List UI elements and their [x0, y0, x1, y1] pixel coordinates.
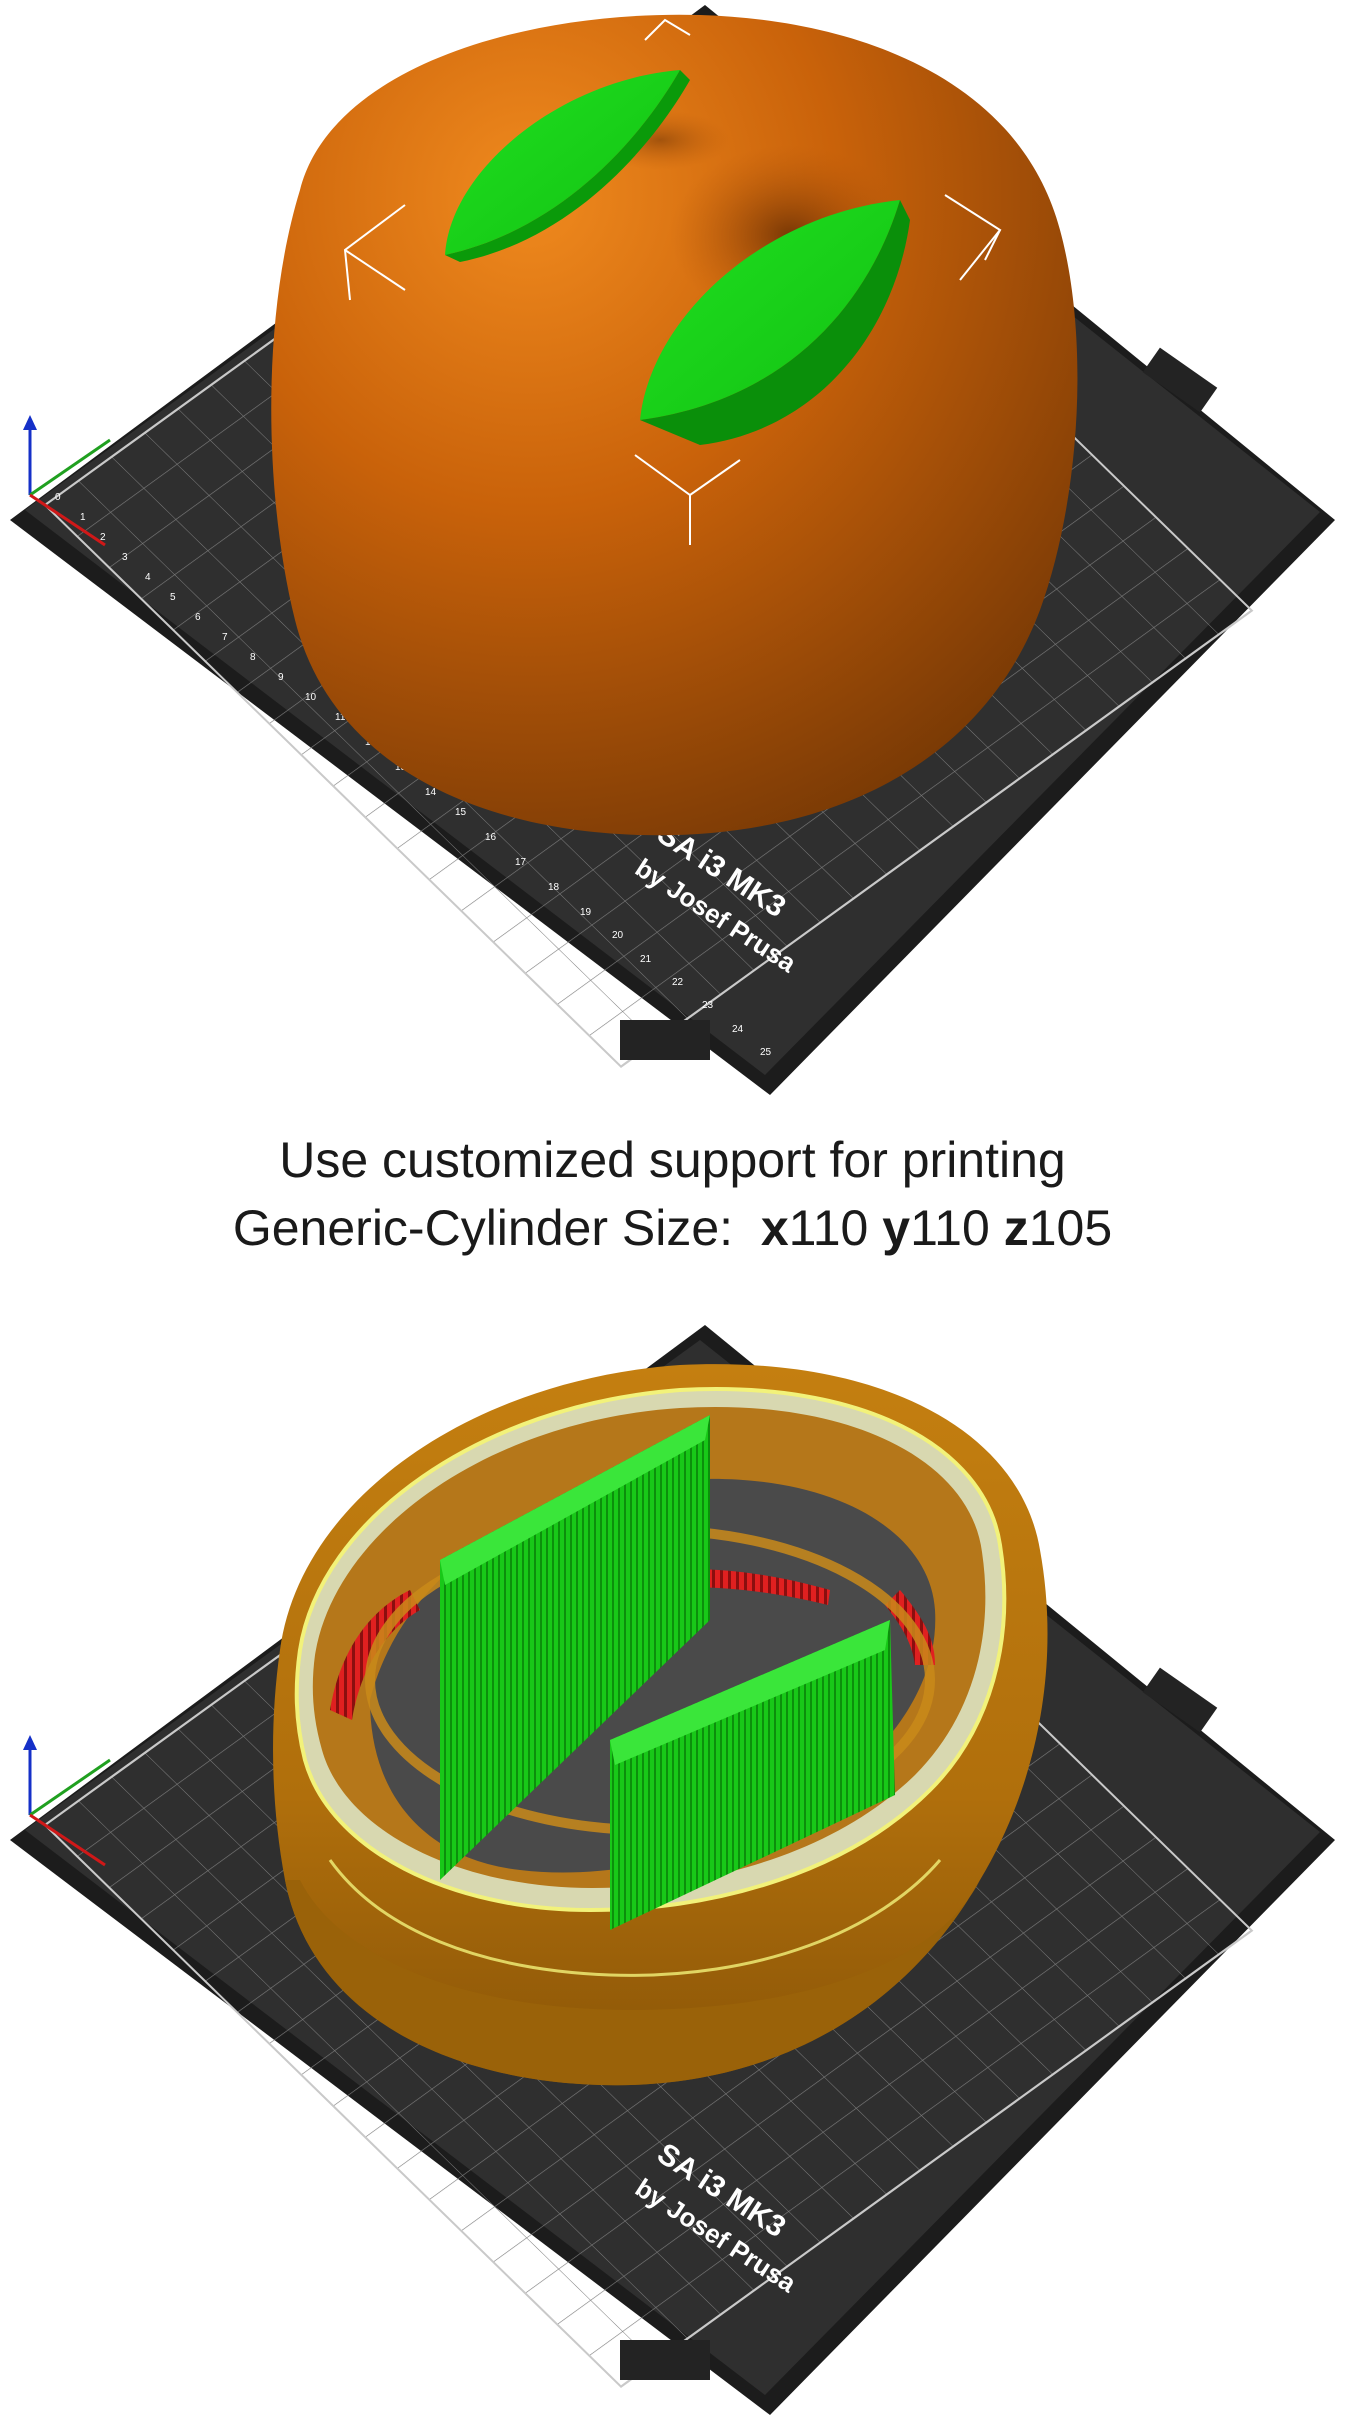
tick-label: 9 — [278, 672, 284, 683]
tick-label: 21 — [640, 954, 652, 965]
tick-label: 1 — [80, 512, 86, 523]
dim-y-value: 110 — [910, 1200, 990, 1256]
tick-label: 6 — [195, 612, 201, 623]
tick-label: 16 — [485, 832, 497, 843]
dim-x-axis: x — [760, 1200, 789, 1256]
tick-label: 15 — [455, 807, 467, 818]
dim-y-axis: y — [882, 1200, 911, 1256]
tick-label: 5 — [170, 592, 176, 603]
tick-label: 25 — [760, 1047, 772, 1058]
tick-label: 0 — [55, 492, 61, 503]
tick-label: 4 — [145, 572, 151, 583]
dim-x-value: 110 — [788, 1200, 869, 1256]
tick-label: 23 — [702, 1000, 714, 1011]
model-viewport-canvas[interactable]: 0 1 2 3 4 5 6 7 8 9 10 11 12 13 14 15 16… — [0, 0, 1345, 1100]
caption-size-prefix: Generic-Cylinder Size: — [232, 1200, 734, 1256]
tick-label: 14 — [425, 787, 437, 798]
tick-label: 20 — [612, 930, 624, 941]
tick-label: 17 — [515, 857, 527, 868]
caption-line-1: Use customized support for printing — [279, 1132, 1066, 1188]
tick-label: 7 — [222, 632, 228, 643]
tick-label: 19 — [580, 907, 592, 918]
tick-label: 3 — [122, 552, 128, 563]
model-viewport[interactable]: 0 1 2 3 4 5 6 7 8 9 10 11 12 13 14 15 16… — [0, 0, 1345, 1100]
tick-label: 10 — [305, 692, 317, 703]
tick-label: 8 — [250, 652, 256, 663]
tick-label: 24 — [732, 1024, 744, 1035]
dim-z-axis: z — [1003, 1200, 1029, 1256]
gcode-preview-viewport[interactable]: SA i3 MK3 by Josef Prusa — [0, 1320, 1345, 2420]
gcode-preview-canvas[interactable]: SA i3 MK3 by Josef Prusa — [0, 1320, 1345, 2420]
tick-label: 18 — [548, 882, 560, 893]
caption-line-2: Generic-Cylinder Size: x110 y110 z105 — [0, 1194, 1345, 1262]
dim-z-value: 105 — [1028, 1200, 1113, 1256]
tick-label: 22 — [672, 977, 684, 988]
